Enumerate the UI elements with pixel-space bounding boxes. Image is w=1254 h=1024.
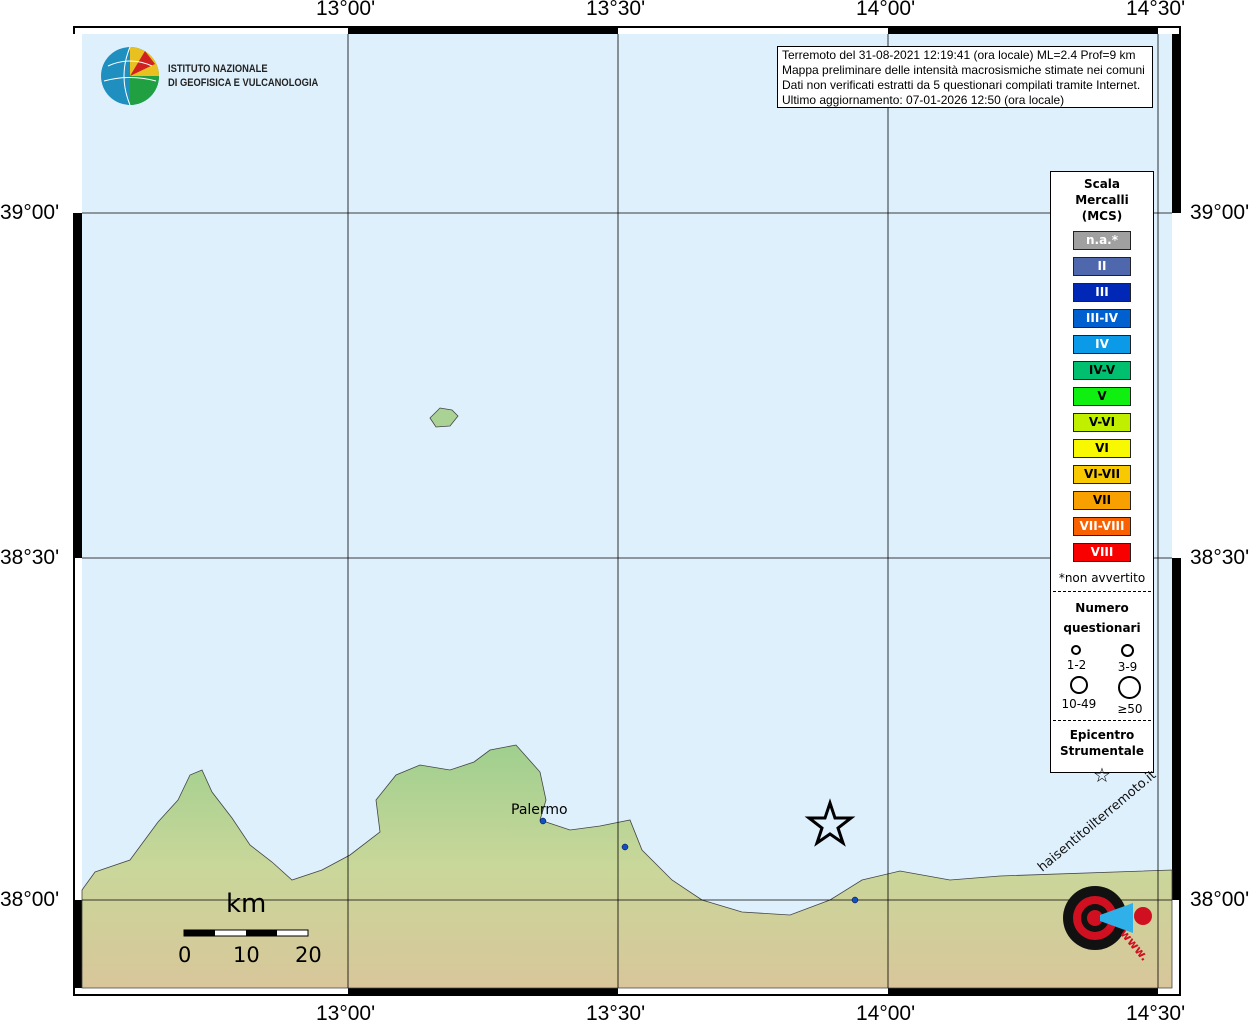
lon-label: 13°00' <box>316 0 376 20</box>
count-label: 3-9 <box>1117 660 1138 674</box>
logo-line2: DI GEOFISICA E VULCANOLOGIA <box>168 77 319 89</box>
lat-label: 38°30' <box>0 546 60 569</box>
legend: Scala Mercalli (MCS) n.a.* II III III-IV IV I… <box>1050 171 1154 787</box>
logo-line1: ISTITUTO NAZIONALE <box>168 63 268 75</box>
town-dot <box>539 817 547 825</box>
mcs-swatch: VII-VIII <box>1073 517 1131 536</box>
scalebar-tick: 10 <box>233 943 260 967</box>
scalebar-bar <box>183 929 309 937</box>
circle-large-icon <box>1069 676 1088 694</box>
lat-label: 38°30' <box>1190 546 1250 569</box>
mcs-scale: n.a.* II III III-IV IV IV-V V V-VI VI VI-VII VII VI… <box>1051 231 1153 562</box>
count-title: Numero <box>1075 601 1129 615</box>
info-line: Ultimo aggiornamento: 07-01-2026 12:50 (… <box>782 93 1065 107</box>
legend-footnote: *non avvertito <box>1058 571 1146 585</box>
divider <box>1053 720 1151 721</box>
epi-title: Epicentro <box>1069 728 1135 742</box>
lat-label: 39°00' <box>1190 201 1250 224</box>
lon-label: 14°30' <box>1126 0 1186 20</box>
mcs-swatch: V-VI <box>1073 413 1131 432</box>
legend-title: Scala <box>1083 177 1121 191</box>
lon-label: 13°30' <box>586 0 646 20</box>
mcs-swatch: VI <box>1073 439 1131 458</box>
ingv-logo: ISTITUTO NAZIONALE DI GEOFISICA E VULCANO… <box>100 46 345 106</box>
mcs-swatch: IV-V <box>1073 361 1131 380</box>
epi-title: Strumentale <box>1059 744 1145 758</box>
lat-label: 38°00' <box>1190 888 1250 911</box>
town-dot <box>851 896 859 904</box>
mcs-swatch: n.a.* <box>1073 231 1131 250</box>
lon-label: 13°00' <box>316 1002 376 1024</box>
lon-label: 13°30' <box>586 1002 646 1024</box>
mcs-swatch: IV <box>1073 335 1131 354</box>
lat-label: 39°00' <box>0 201 60 224</box>
mcs-swatch: VII <box>1073 491 1131 510</box>
legend-title: Mercalli <box>1075 193 1129 207</box>
count-label: 1-2 <box>1066 658 1087 672</box>
count-label: 10-49 <box>1061 697 1097 711</box>
info-line: Terremoto del 31-08-2021 12:19:41 (ora l… <box>782 48 1136 62</box>
lon-label: 14°30' <box>1126 1002 1186 1024</box>
legend-title: (MCS) <box>1081 209 1123 223</box>
globe-icon <box>101 46 159 106</box>
mcs-swatch: III <box>1073 283 1131 302</box>
circle-medium-icon <box>1120 644 1134 657</box>
macroseismic-map: 13°00' 13°30' 14°00' 14°30' 13°00' 13°30… <box>0 0 1254 1024</box>
mcs-swatch: VI-VII <box>1073 465 1131 484</box>
place-label-palermo: Palermo <box>511 802 568 818</box>
mcs-swatch: II <box>1073 257 1131 276</box>
info-line: Dati non verificati estratti da 5 questi… <box>782 78 1141 92</box>
scalebar-unit: km <box>226 889 267 919</box>
lat-label: 38°00' <box>0 888 60 911</box>
count-title: questionari <box>1063 621 1141 635</box>
mcs-swatch: VIII <box>1073 543 1131 562</box>
circle-xlarge-icon <box>1118 676 1142 699</box>
lon-label: 14°00' <box>856 1002 916 1024</box>
info-line: Mappa preliminare delle intensità macros… <box>782 63 1145 77</box>
divider <box>1053 591 1151 592</box>
count-label: ≥50 <box>1117 702 1143 716</box>
mcs-swatch: III-IV <box>1073 309 1131 328</box>
scalebar-tick: 0 <box>178 943 192 967</box>
mcs-swatch: V <box>1073 387 1131 406</box>
scalebar-tick: 20 <box>295 943 322 967</box>
circle-small-icon <box>1071 645 1082 655</box>
town-dot <box>621 843 629 851</box>
lon-label: 14°00' <box>856 0 916 20</box>
event-info-box: Terremoto del 31-08-2021 12:19:41 (ora l… <box>777 46 1153 108</box>
